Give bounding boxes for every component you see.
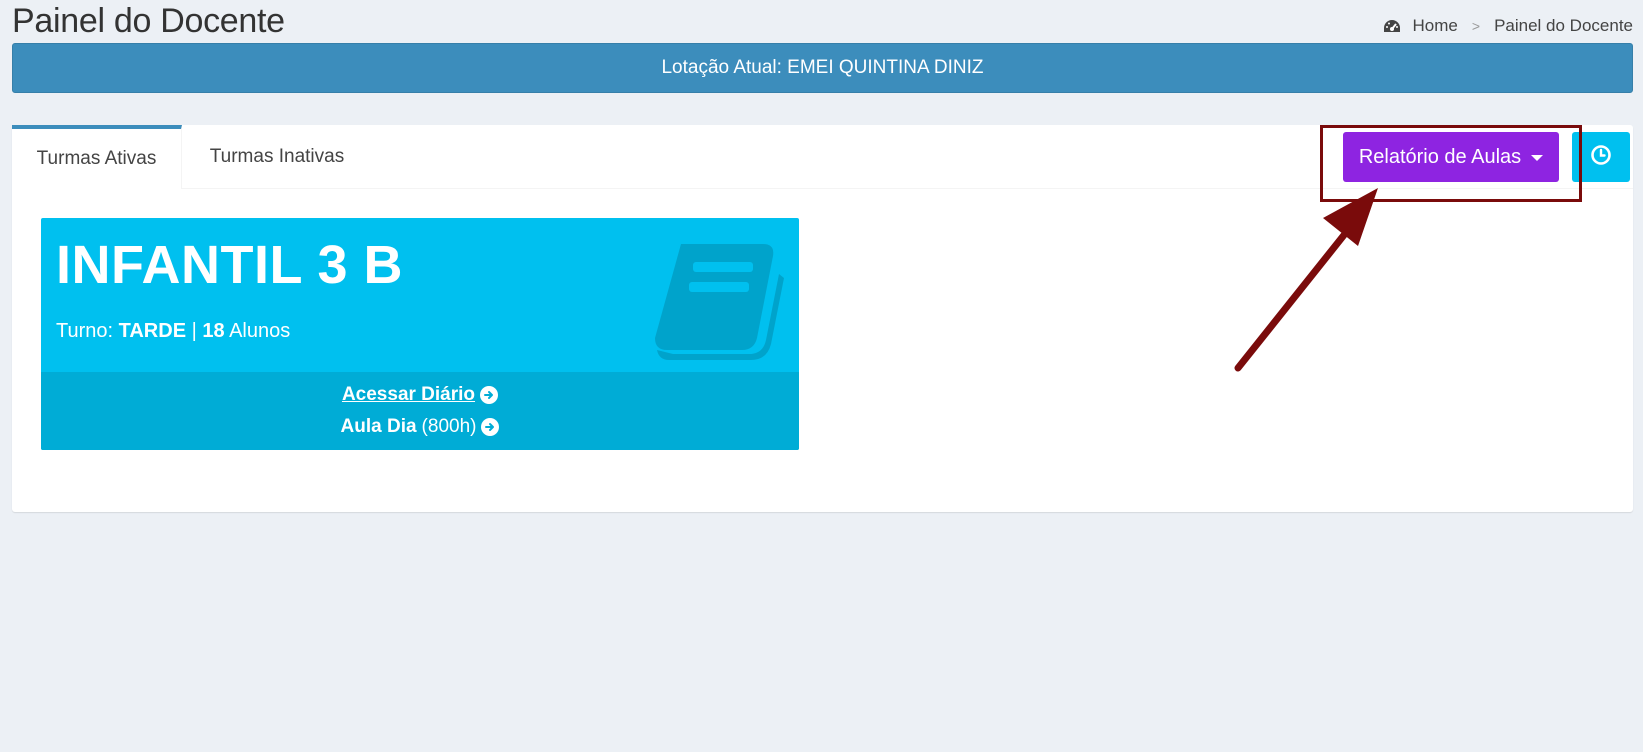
dashboard-icon [1383, 18, 1401, 34]
breadcrumb-separator: > [1471, 18, 1481, 34]
breadcrumb-home-link[interactable]: Home [1413, 16, 1458, 36]
acessar-diario-link[interactable]: Acessar Diário [341, 384, 499, 406]
history-button[interactable] [1572, 132, 1630, 182]
turma-info: Turno: TARDE | 18 Alunos [56, 320, 403, 343]
relatorio-aulas-label: Relatório de Aulas [1358, 145, 1522, 168]
page-title: Painel do Docente [12, 2, 285, 40]
aula-hours: (800h) [421, 416, 477, 437]
book-icon [653, 238, 785, 365]
aula-dia-link[interactable]: Aula Dia (800h) [341, 416, 500, 438]
turma-card-inner: INFANTIL 3 B Turno: TARDE | 18 Alunos [56, 232, 403, 343]
clock-icon [1590, 144, 1612, 171]
turma-card-footer: Acessar Diário Aula Dia (800h) [41, 372, 799, 450]
page: Painel do Docente Home > Painel do Docen… [0, 0, 1643, 752]
turma-card: INFANTIL 3 B Turno: TARDE | 18 Alunos Ac… [41, 218, 799, 450]
turma-name: INFANTIL 3 B [56, 235, 404, 295]
lotacao-text: Lotação Atual: EMEI QUINTINA DINIZ [661, 57, 984, 78]
arrow-circle-right-icon [481, 418, 500, 436]
turno-label: Turno: [56, 320, 114, 342]
breadcrumb: Home > Painel do Docente [1383, 16, 1633, 36]
tab-turmas-inativas[interactable]: Turmas Inativas [192, 125, 362, 189]
aula-dia-label: Aula Dia [340, 416, 417, 437]
alunos-label: Alunos [229, 320, 291, 342]
arrow-circle-right-icon [480, 386, 499, 404]
turno-value: TARDE [118, 320, 187, 342]
tab-label: Turmas Inativas [209, 146, 345, 167]
tab-turmas-ativas[interactable]: Turmas Ativas [12, 125, 182, 189]
alunos-count: 18 [202, 320, 225, 342]
turmas-panel: Turmas Ativas Turmas Inativas Relatório … [12, 125, 1633, 512]
lotacao-banner: Lotação Atual: EMEI QUINTINA DINIZ [12, 43, 1633, 93]
acessar-diario-label: Acessar Diário [341, 384, 476, 405]
tab-label: Turmas Ativas [36, 148, 157, 169]
relatorio-aulas-button[interactable]: Relatório de Aulas [1343, 132, 1559, 182]
caret-down-icon [1531, 155, 1544, 161]
tabs-bar: Turmas Ativas Turmas Inativas Relatório … [12, 125, 1633, 202]
breadcrumb-current: Painel do Docente [1494, 16, 1633, 35]
info-divider: | [191, 320, 197, 342]
